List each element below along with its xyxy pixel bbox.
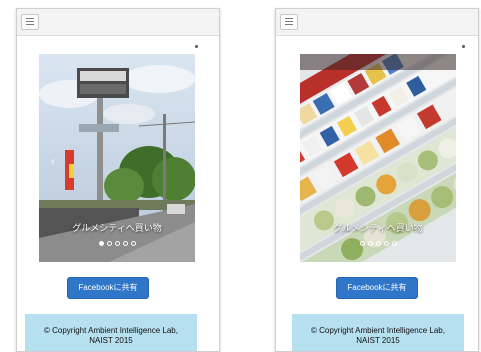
facebook-share-button[interactable]: Facebookに共有 bbox=[67, 277, 149, 299]
copyright-line-1: © Copyright Ambient Intelligence Lab, bbox=[311, 326, 445, 335]
top-navbar bbox=[276, 9, 478, 36]
status-dot bbox=[462, 45, 465, 48]
slide-indicator[interactable] bbox=[375, 241, 381, 246]
slide-indicators bbox=[39, 241, 195, 246]
footer: © Copyright Ambient Intelligence Lab, NA… bbox=[292, 314, 464, 351]
top-navbar bbox=[17, 9, 219, 36]
copyright-line-1: © Copyright Ambient Intelligence Lab, bbox=[44, 326, 178, 335]
slide-caption: グルメシティへ買い物 bbox=[72, 223, 162, 233]
slide-indicator[interactable] bbox=[106, 241, 112, 246]
copyright-text: © Copyright Ambient Intelligence Lab, NA… bbox=[292, 326, 464, 346]
menu-icon[interactable] bbox=[21, 14, 39, 30]
phone-screen-left: ‹ グルメシティへ買い物 Facebookに共有 © Copyright Amb… bbox=[16, 8, 220, 352]
slide-indicator[interactable] bbox=[98, 241, 104, 246]
phone-screen-right: グルメシティへ買い物 Facebookに共有 © Copyright Ambie… bbox=[275, 8, 479, 352]
footer: © Copyright Ambient Intelligence Lab, NA… bbox=[25, 314, 197, 351]
copyright-text: © Copyright Ambient Intelligence Lab, NA… bbox=[25, 326, 197, 346]
slide-indicator[interactable] bbox=[130, 241, 136, 246]
slide-indicator[interactable] bbox=[122, 241, 128, 246]
photo-carousel[interactable]: グルメシティへ買い物 bbox=[300, 54, 456, 262]
facebook-share-button[interactable]: Facebookに共有 bbox=[336, 277, 418, 299]
photo-carousel[interactable]: ‹ グルメシティへ買い物 bbox=[39, 54, 195, 262]
slide-caption: グルメシティへ買い物 bbox=[333, 223, 423, 233]
slide-indicators bbox=[300, 241, 456, 246]
copyright-line-2: NAIST 2015 bbox=[356, 336, 400, 345]
slide-indicator[interactable] bbox=[114, 241, 120, 246]
slide-indicator[interactable] bbox=[383, 241, 389, 246]
chevron-left-icon[interactable]: ‹ bbox=[51, 154, 55, 168]
menu-icon[interactable] bbox=[280, 14, 298, 30]
slide-indicator[interactable] bbox=[359, 241, 365, 246]
copyright-line-2: NAIST 2015 bbox=[89, 336, 133, 345]
status-dot bbox=[195, 45, 198, 48]
slide-indicator[interactable] bbox=[391, 241, 397, 246]
slide-indicator[interactable] bbox=[367, 241, 373, 246]
